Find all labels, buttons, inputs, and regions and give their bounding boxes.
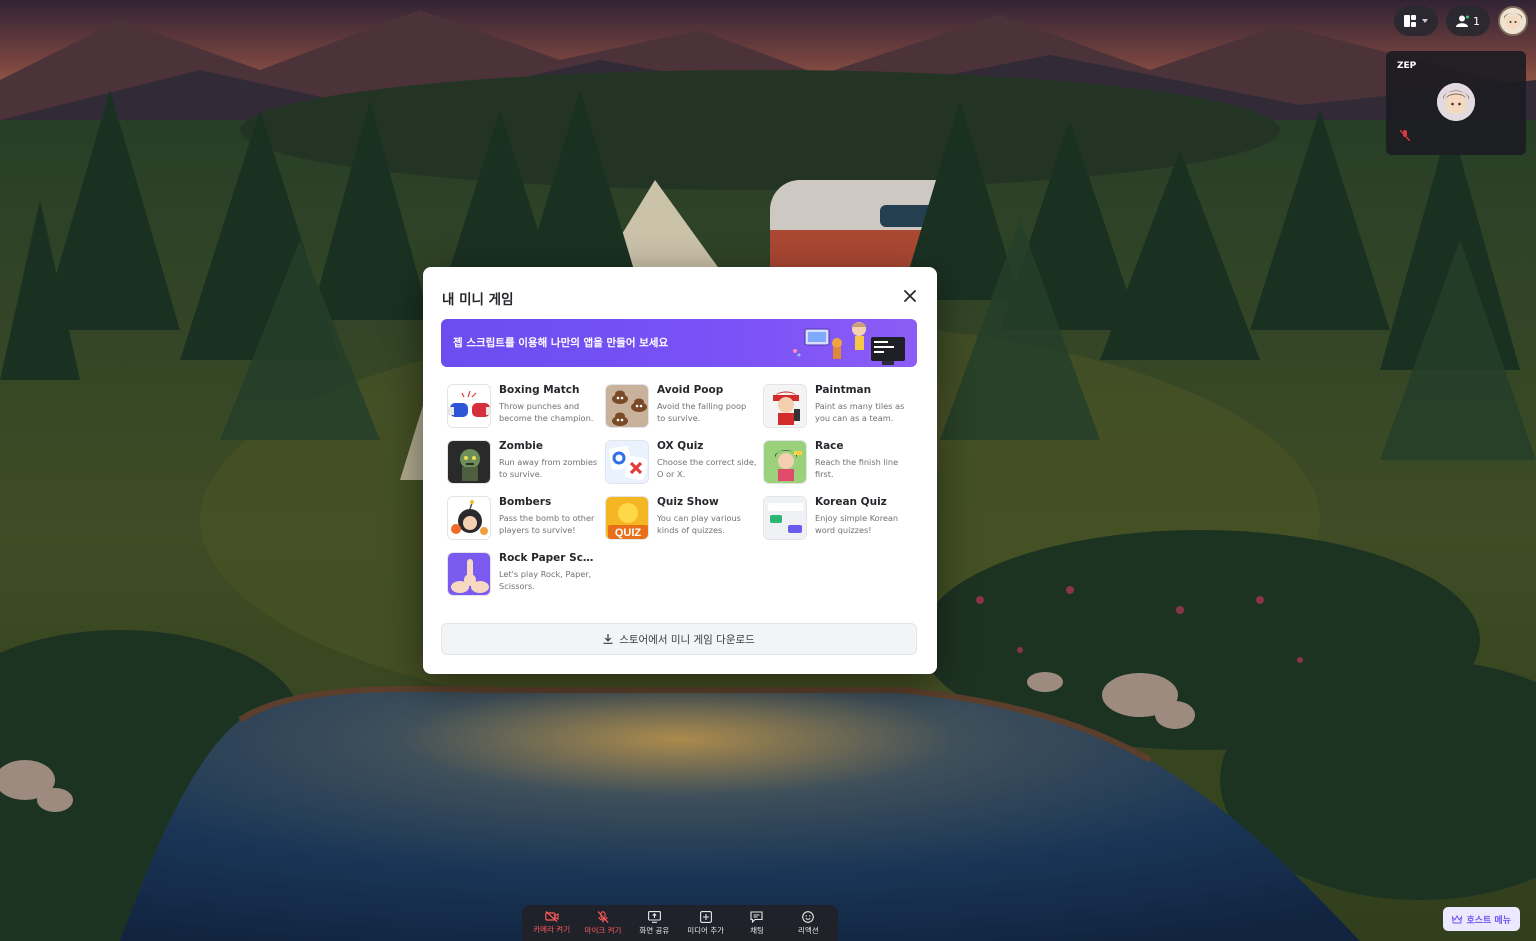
- mini-games-list: Boxing Match Throw punches and become th…: [447, 384, 917, 596]
- korean-quiz-icon: [763, 496, 807, 540]
- mic-off-icon: [597, 910, 609, 923]
- ox-quiz-icon: [605, 440, 649, 484]
- game-description: Paint as many tiles as you can as a team…: [815, 401, 905, 423]
- game-title: Race: [815, 440, 844, 452]
- person-icon: [1456, 15, 1469, 27]
- game-title: Avoid Poop: [657, 384, 724, 396]
- game-item-rock-paper-scissors[interactable]: Rock Paper Sciss... Let's play Rock, Pap…: [447, 552, 605, 596]
- add-media-icon: [699, 910, 712, 923]
- racer-character-icon: [763, 440, 807, 484]
- add-media-button[interactable]: 미디어 추가: [680, 905, 731, 941]
- banner-illustration: [793, 322, 905, 365]
- game-description: Reach the finish line first.: [815, 457, 899, 479]
- zombie-icon: [447, 440, 491, 484]
- game-description: Choose the correct side, O or X.: [657, 457, 757, 479]
- close-button[interactable]: [901, 287, 919, 305]
- host-menu-button[interactable]: 호스트 메뉴: [1443, 907, 1520, 931]
- game-title: Boxing Match: [499, 384, 580, 396]
- top-right-controls: 1: [1394, 6, 1528, 36]
- mic-label: 마이크 켜기: [584, 925, 622, 935]
- game-title: Bombers: [499, 496, 552, 508]
- chat-button[interactable]: 채팅: [731, 905, 782, 941]
- chat-label: 채팅: [750, 925, 764, 935]
- banner-text: 젭 스크립트를 이용해 나만의 앱을 만들어 보세요: [453, 337, 669, 349]
- game-item-ox-quiz[interactable]: OX Quiz Choose the correct side, O or X.: [605, 440, 763, 484]
- game-description: Let's play Rock, Paper, Scissors.: [499, 569, 592, 591]
- layout-button[interactable]: [1394, 6, 1438, 36]
- my-video-tile[interactable]: ZEP: [1386, 51, 1526, 155]
- game-description: Run away from zombies to survive.: [499, 457, 598, 479]
- game-title: OX Quiz: [657, 440, 704, 452]
- mic-off-icon: [1399, 126, 1411, 145]
- boxing-gloves-icon: [447, 384, 491, 428]
- camera-off-icon: [544, 911, 559, 922]
- reaction-icon: [802, 910, 815, 923]
- zep-script-banner[interactable]: 젭 스크립트를 이용해 나만의 앱을 만들어 보세요: [441, 319, 917, 367]
- game-title: Zombie: [499, 440, 544, 452]
- game-item-race[interactable]: Race Reach the finish line first.: [763, 440, 913, 484]
- close-icon: [904, 290, 916, 302]
- game-description: Enjoy simple Korean word quizzes!: [815, 513, 899, 535]
- store-download-button[interactable]: 스토어에서 미니 게임 다운로드: [441, 623, 917, 655]
- game-title: Paintman: [815, 384, 872, 396]
- game-title: Rock Paper Sciss...: [499, 552, 595, 564]
- add-media-label: 미디어 추가: [687, 925, 725, 935]
- game-title: Quiz Show: [657, 496, 719, 508]
- reaction-label: 리액션: [797, 925, 819, 935]
- game-description: Pass the bomb to other players to surviv…: [499, 513, 595, 535]
- participants-count: 1: [1473, 14, 1480, 28]
- download-icon: [603, 634, 613, 644]
- layout-grid-icon: [1404, 15, 1418, 27]
- game-item-quiz-show[interactable]: QUIZ Quiz Show You can play various kind…: [605, 496, 763, 540]
- poop-icon: [605, 384, 649, 428]
- camera-toggle-button[interactable]: 카메라 켜기: [526, 905, 577, 941]
- chevron-down-icon: [1422, 19, 1428, 23]
- my-avatar-button[interactable]: [1498, 6, 1528, 36]
- reaction-button[interactable]: 리액션: [783, 905, 834, 941]
- quiz-show-icon: QUIZ: [605, 496, 649, 540]
- game-item-avoid-poop[interactable]: Avoid Poop Avoid the falling poop to sur…: [605, 384, 763, 428]
- chat-icon: [750, 910, 764, 923]
- hands-icon: [447, 552, 491, 596]
- my-mini-games-modal: 내 미니 게임 젭 스크립트를 이용해 나만의 앱을 만들어 보세요 Boxin…: [423, 267, 937, 674]
- crown-icon: [1452, 914, 1463, 923]
- game-description: You can play various kinds of quizzes.: [657, 513, 741, 535]
- painter-character-icon: [763, 384, 807, 428]
- modal-title: 내 미니 게임: [442, 292, 514, 308]
- game-item-korean-quiz[interactable]: Korean Quiz Enjoy simple Korean word qui…: [763, 496, 913, 540]
- video-tile-avatar: [1437, 83, 1475, 121]
- screen-share-button[interactable]: 화면 공유: [629, 905, 680, 941]
- mic-toggle-button[interactable]: 마이크 켜기: [577, 905, 628, 941]
- download-label: 스토어에서 미니 게임 다운로드: [619, 633, 755, 646]
- bottom-toolbar: 카메라 켜기 마이크 켜기 화면 공유 미디어 추가 채팅 리액션: [522, 905, 838, 941]
- game-description: Avoid the falling poop to survive.: [657, 401, 747, 423]
- participants-button[interactable]: 1: [1446, 6, 1490, 36]
- video-tile-name: ZEP: [1397, 61, 1417, 71]
- game-description: Throw punches and become the champion.: [499, 401, 594, 423]
- game-item-bombers[interactable]: Bombers Pass the bomb to other players t…: [447, 496, 605, 540]
- game-title: Korean Quiz: [815, 496, 887, 508]
- game-item-paintman[interactable]: Paintman Paint as many tiles as you can …: [763, 384, 913, 428]
- camera-label: 카메라 켜기: [533, 925, 571, 934]
- game-item-zombie[interactable]: Zombie Run away from zombies to survive.: [447, 440, 605, 484]
- game-item-boxing-match[interactable]: Boxing Match Throw punches and become th…: [447, 384, 605, 428]
- svg-text:QUIZ: QUIZ: [615, 527, 642, 539]
- host-menu-label: 호스트 메뉴: [1466, 915, 1511, 926]
- screen-share-label: 화면 공유: [639, 925, 670, 935]
- screen-share-icon: [647, 910, 661, 923]
- avatar: [1500, 8, 1526, 34]
- bomber-character-icon: [447, 496, 491, 540]
